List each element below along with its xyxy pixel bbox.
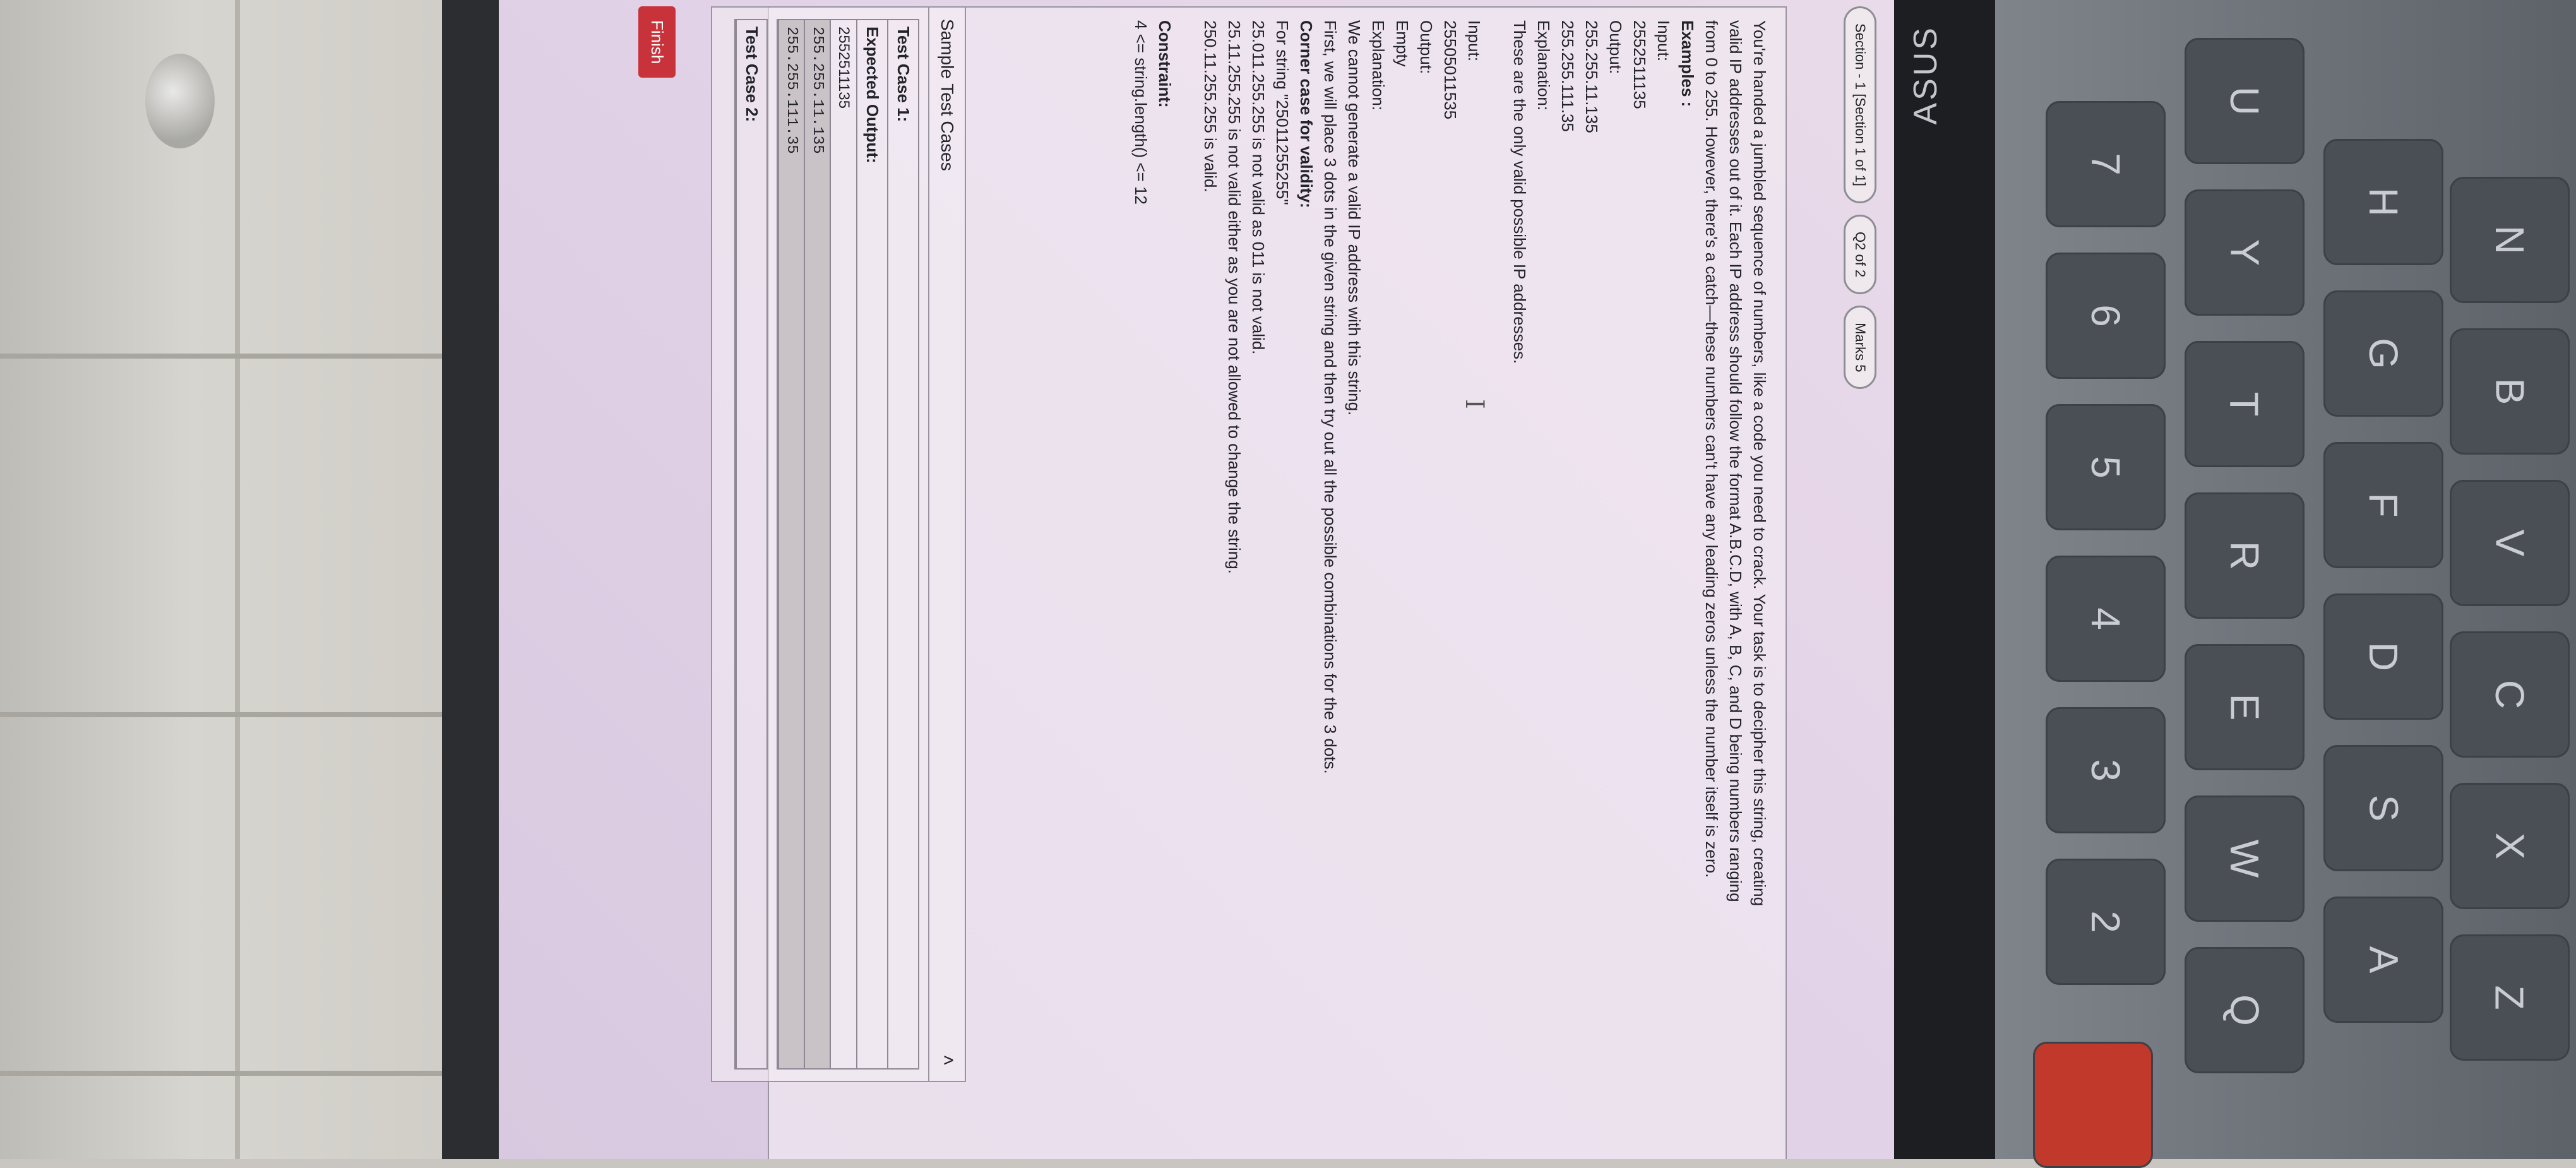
exam-page: Section - 1 [Section 1 of 1] Q2 of 2 Mar… xyxy=(499,0,1894,1159)
constraint-text: 4 <= string.length() <= 12 xyxy=(1131,20,1150,205)
example2-output-value: Empty xyxy=(1393,20,1412,67)
key-s: S xyxy=(2323,745,2443,871)
examples-heading: Examples : xyxy=(1678,20,1697,107)
example2-explanation-label: Explanation: xyxy=(1369,20,1388,111)
example2-output-label: Output: xyxy=(1417,20,1436,74)
key-b: B xyxy=(2450,328,2570,455)
sample-test-cases-title: Sample Test Cases xyxy=(938,19,957,171)
key-u: U xyxy=(2185,38,2305,164)
esc-key xyxy=(2033,1042,2153,1168)
test-case-2-title: Test Case 2: xyxy=(736,20,766,1068)
key-n: N xyxy=(2450,177,2570,303)
corner-case-line-2: 25.011.255.255 is not valid as 011 is no… xyxy=(1249,20,1268,355)
key-w: W xyxy=(2185,796,2305,922)
section-badge[interactable]: Section - 1 [Section 1 of 1] xyxy=(1844,6,1876,204)
test-case-1-output-line-2: 255.255.111.35 xyxy=(778,20,804,1068)
sample-test-cases: Sample Test Cases ˄ Test Case 1: Expecte… xyxy=(711,6,966,1082)
example1-explanation: These are the only valid possible IP add… xyxy=(1510,20,1529,364)
key-a: A xyxy=(2323,897,2443,1023)
test-case-2: Test Case 2: xyxy=(734,19,768,1070)
example2-input-label: Input: xyxy=(1465,20,1484,62)
background-wall xyxy=(0,0,480,1159)
example2-explanation-line-1: We cannot generate a valid IP address wi… xyxy=(1345,20,1364,416)
example1-output-line-2: 255.255.111.35 xyxy=(1558,20,1577,132)
door-knob xyxy=(145,54,215,148)
key-z: Z xyxy=(2450,934,2570,1061)
key-2: 2 xyxy=(2046,859,2166,985)
example2-input-value: 25505011535 xyxy=(1441,20,1460,120)
keyboard: 2 3 4 5 6 7 Q W E R T Y U A S D F G H Z … xyxy=(1995,0,2576,1168)
key-x: X xyxy=(2450,783,2570,909)
key-f: F xyxy=(2323,442,2443,568)
marks-badge: Marks 5 xyxy=(1844,306,1876,390)
intro-line-1: You're handed a jumbled sequence of numb… xyxy=(1750,20,1769,907)
chevron-up-icon[interactable]: ˄ xyxy=(937,1054,958,1066)
constraint-heading: Constraint: xyxy=(1155,20,1174,108)
corner-case-heading: Corner case for validity: xyxy=(1297,20,1316,208)
finish-button[interactable]: Finish xyxy=(638,6,676,78)
key-v: V xyxy=(2450,480,2570,606)
key-q: Q xyxy=(2185,947,2305,1073)
key-h: H xyxy=(2323,139,2443,265)
key-d: D xyxy=(2323,593,2443,720)
corner-case-line-3: 25.11.255.255 is not valid either as you… xyxy=(1225,20,1244,574)
test-case-1-output-line-1: 255.255.11.135 xyxy=(804,20,830,1068)
expected-output-label: Expected Output: xyxy=(856,20,887,1068)
corner-case-line-1: For string "25011255255" xyxy=(1273,20,1292,205)
key-c: C xyxy=(2450,631,2570,758)
key-7: 7 xyxy=(2046,101,2166,227)
intro-line-2: valid IP addresses out of it. Each IP ad… xyxy=(1726,20,1745,902)
question-number-badge[interactable]: Q2 of 2 xyxy=(1844,215,1876,295)
laptop-screen: Section - 1 [Section 1 of 1] Q2 of 2 Mar… xyxy=(499,0,1894,1159)
example1-output-label: Output: xyxy=(1606,20,1625,74)
intro-line-3: from 0 to 255. However, there's a catch—… xyxy=(1702,20,1721,878)
key-y: Y xyxy=(2185,189,2305,316)
sample-test-cases-header[interactable]: Sample Test Cases ˄ xyxy=(928,8,965,1081)
corner-case-line-4: 250.11.255.255 is valid. xyxy=(1201,20,1220,193)
example1-explanation-label: Explanation: xyxy=(1534,20,1553,111)
brand-logo: ASUS xyxy=(1907,25,1944,125)
key-e: E xyxy=(2185,644,2305,770)
key-4: 4 xyxy=(2046,556,2166,682)
question-text: You're handed a jumbled sequence of numb… xyxy=(1129,8,1786,1159)
key-t: T xyxy=(2185,341,2305,467)
key-r: R xyxy=(2185,492,2305,619)
key-5: 5 xyxy=(2046,404,2166,530)
example2-explanation-line-2: First, we will place 3 dots in the given… xyxy=(1321,20,1340,774)
test-case-1-input: 2552511135 xyxy=(830,20,856,1068)
example1-input-label: Input: xyxy=(1654,20,1673,62)
example1-input-value: 2552511135 xyxy=(1630,20,1649,109)
test-case-1-title: Test Case 1: xyxy=(887,20,918,1068)
question-header: Section - 1 [Section 1 of 1] Q2 of 2 Mar… xyxy=(1844,6,1876,390)
key-g: G xyxy=(2323,290,2443,417)
text-cursor-icon: I xyxy=(1460,399,1489,409)
test-case-1: Test Case 1: Expected Output: 2552511135… xyxy=(777,19,919,1070)
key-6: 6 xyxy=(2046,253,2166,379)
key-3: 3 xyxy=(2046,707,2166,833)
example1-output-line-1: 255.255.11.135 xyxy=(1582,20,1601,133)
